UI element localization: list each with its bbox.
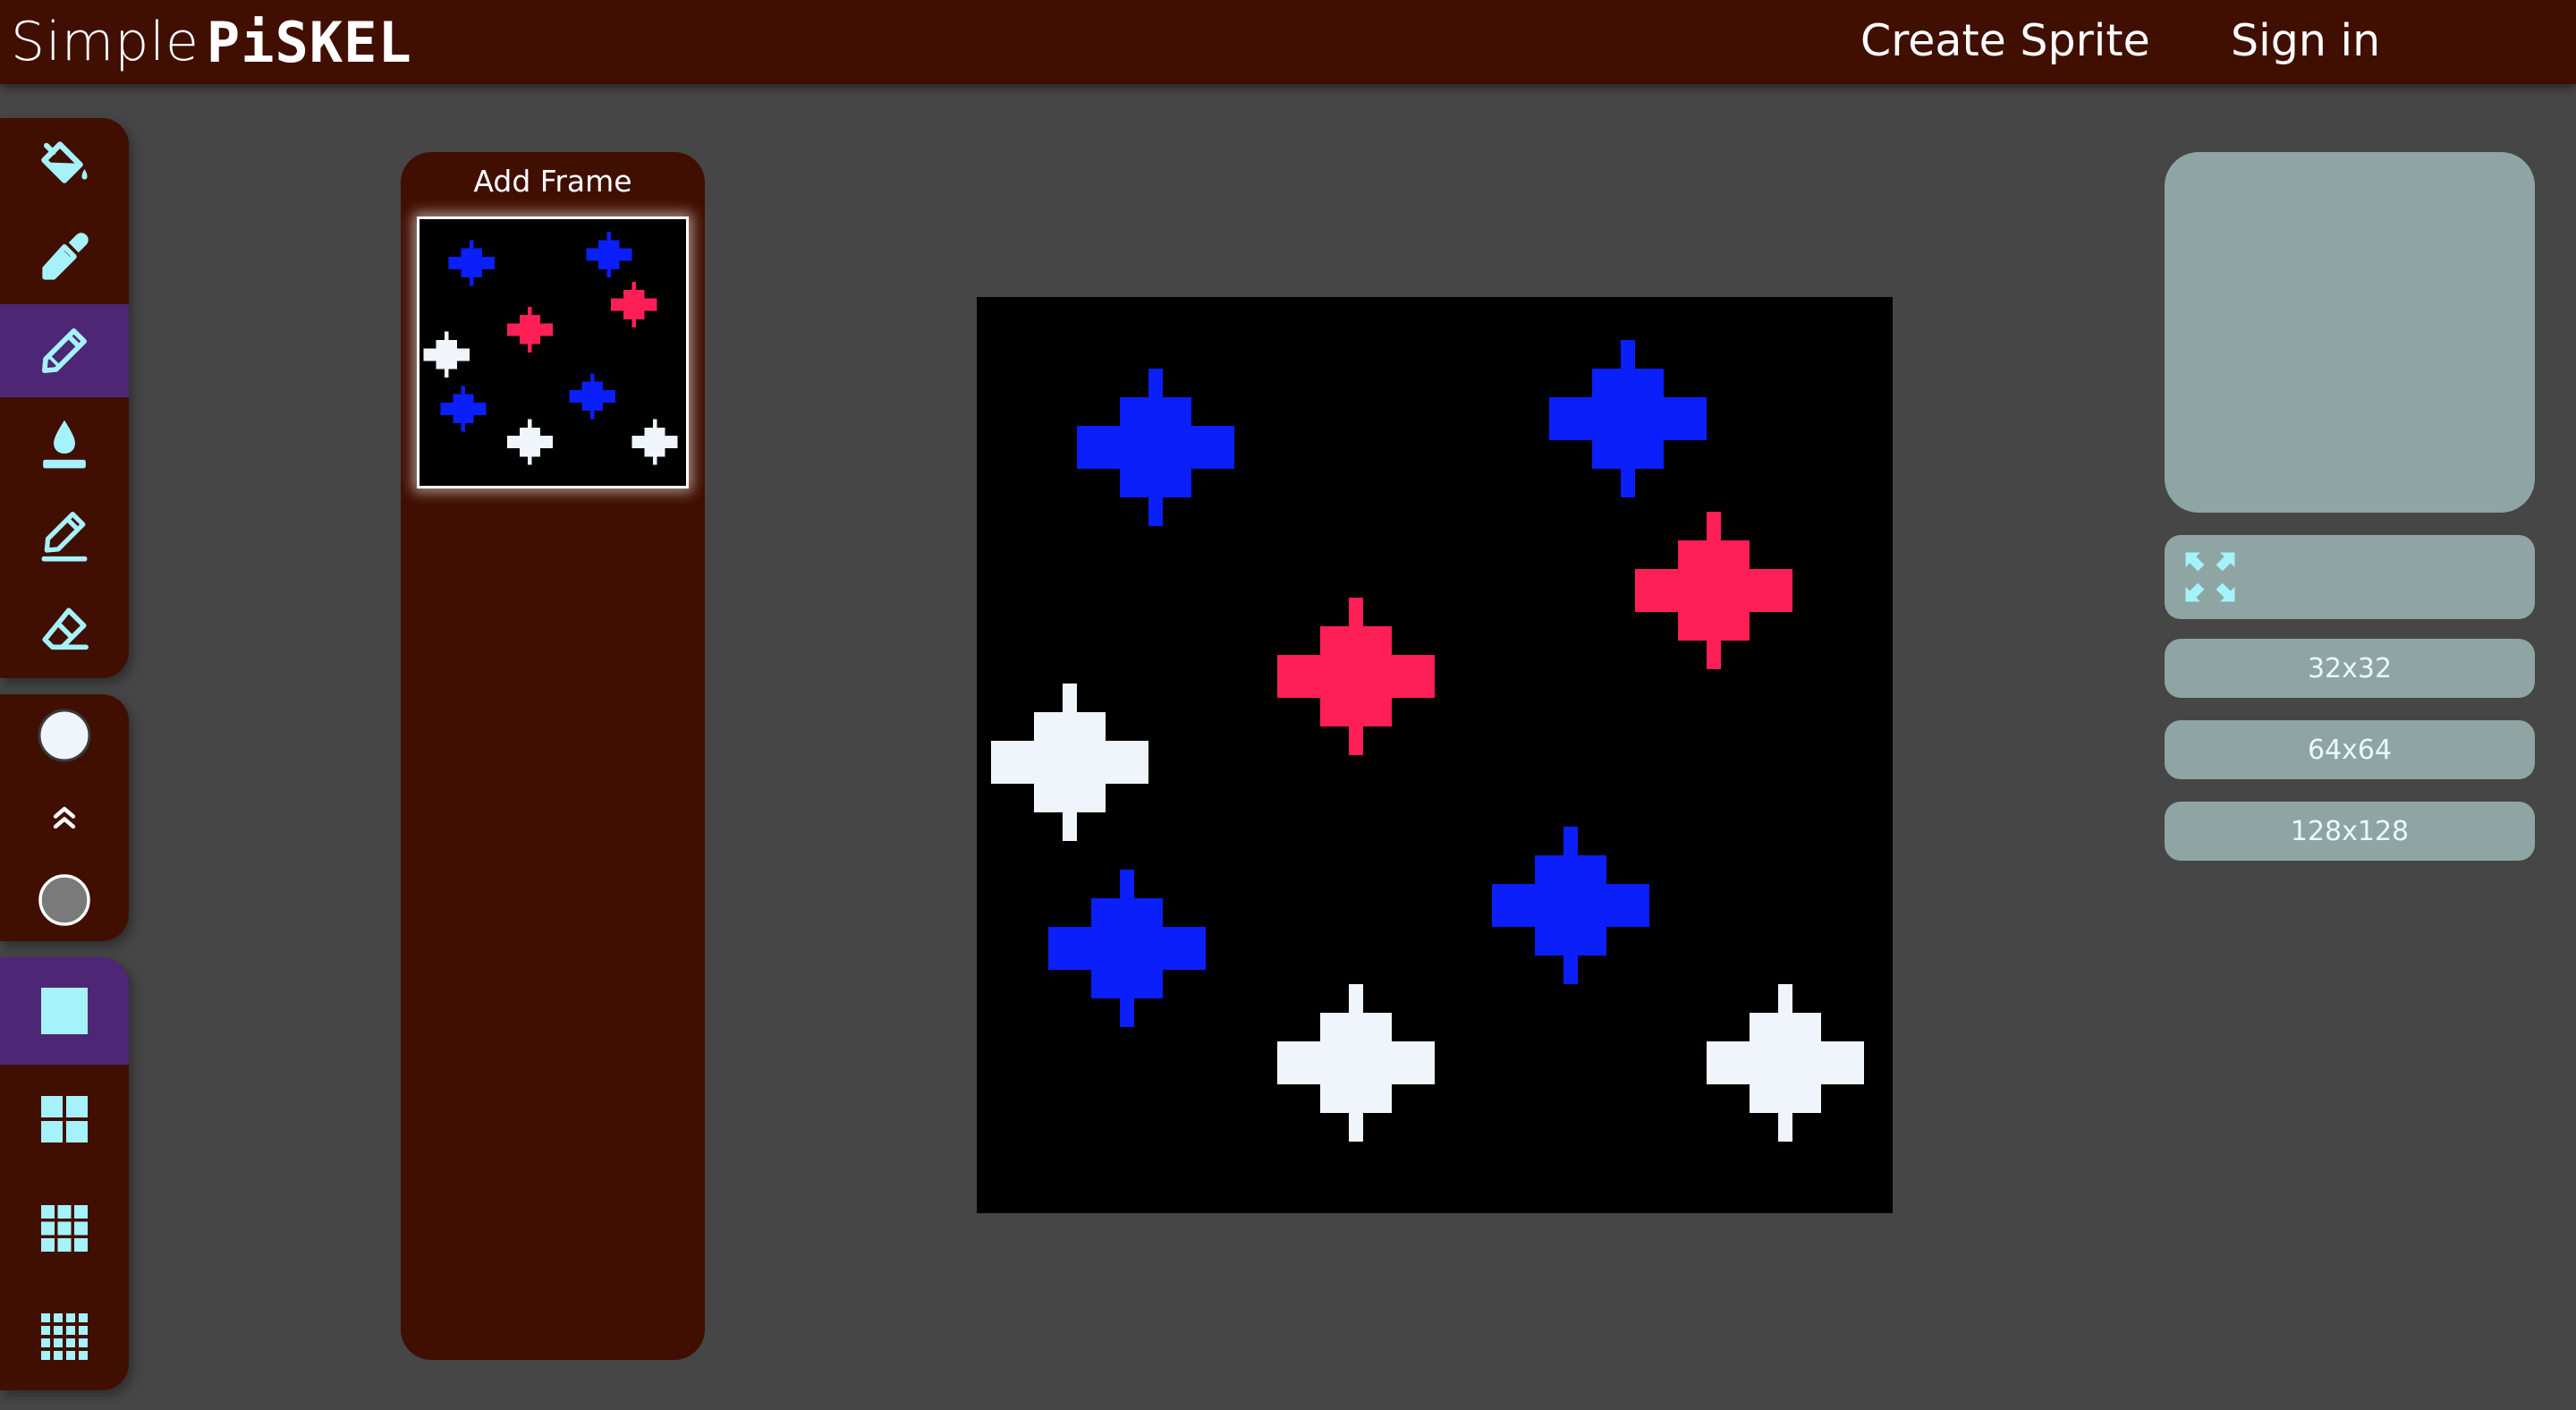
primary-color-swatch[interactable]: [0, 694, 129, 777]
secondary-color-swatch[interactable]: [0, 859, 129, 941]
paint-bucket-tool[interactable]: [0, 118, 129, 211]
brand-piskel-text: PiSKEL: [206, 9, 412, 75]
pen-size-2-button[interactable]: [0, 1065, 129, 1174]
eraser-icon: [42, 607, 89, 650]
swap-colors-button[interactable]: [0, 777, 129, 859]
eraser-tool[interactable]: [0, 583, 129, 676]
top-navbar: Simple PiSKEL Create Sprite Sign in: [0, 0, 2576, 84]
brand-simple-text: Simple: [11, 11, 199, 73]
size-32-button[interactable]: 32x32: [2165, 639, 2535, 698]
expand-arrows-icon: [2185, 552, 2235, 602]
pen-size-1-icon: [41, 988, 88, 1034]
color-fill-tool[interactable]: [0, 397, 129, 490]
add-frame-button[interactable]: Add Frame: [401, 159, 705, 204]
line-pencil-icon: [41, 511, 88, 562]
create-sprite-link[interactable]: Create Sprite: [1860, 0, 2150, 81]
primary-color-circle: [38, 709, 91, 762]
pen-size-4-icon: [41, 1313, 88, 1360]
color-drop-icon: [43, 420, 86, 469]
sign-in-link[interactable]: Sign in: [2231, 0, 2380, 81]
swap-colors-icon: [53, 806, 76, 829]
fullscreen-preview-button[interactable]: [2165, 535, 2535, 619]
pen-size-3-button[interactable]: [0, 1174, 129, 1283]
frames-panel: Add Frame: [401, 152, 705, 1360]
drawing-canvas[interactable]: [977, 297, 1893, 1213]
app-logo[interactable]: Simple PiSKEL: [11, 0, 412, 84]
size-64-button[interactable]: 64x64: [2165, 720, 2535, 779]
size-128-button[interactable]: 128x128: [2165, 802, 2535, 861]
secondary-color-circle: [38, 874, 90, 926]
pen-size-2-icon: [41, 1096, 88, 1142]
frame-thumbnail[interactable]: [417, 217, 689, 488]
pencil-icon: [42, 328, 87, 373]
pen-size-1-button[interactable]: [0, 957, 129, 1065]
paint-bucket-icon: [41, 141, 88, 183]
animation-preview: [2165, 152, 2535, 513]
pen-size-4-button[interactable]: [0, 1283, 129, 1390]
color-picker-panel: [0, 694, 129, 941]
stroke-tool[interactable]: [0, 490, 129, 583]
pen-size-panel: [0, 957, 129, 1390]
drawing-tools-panel: [0, 118, 129, 678]
eyedropper-tool[interactable]: [0, 211, 129, 304]
pencil-tool[interactable]: [0, 304, 129, 397]
eyedropper-icon: [42, 233, 89, 280]
pen-size-3-icon: [41, 1205, 88, 1252]
